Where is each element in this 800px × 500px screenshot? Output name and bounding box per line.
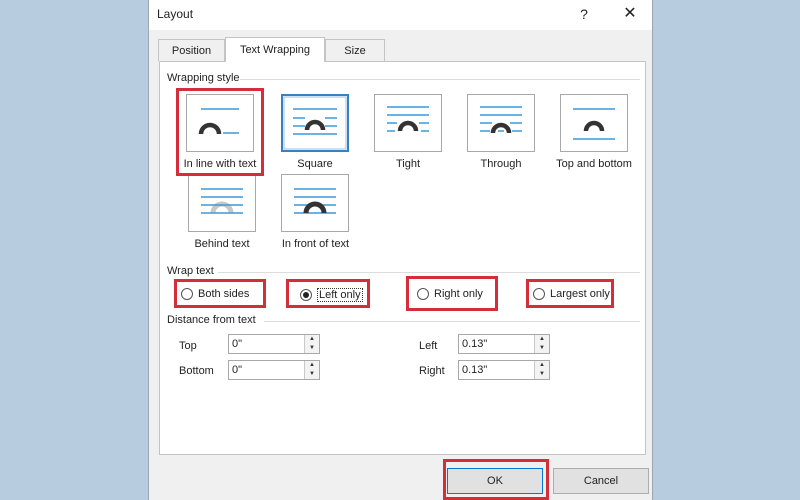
spin-down-icon[interactable]: ▼ (535, 370, 549, 379)
left-distance-input[interactable]: 0.13" (462, 338, 487, 350)
group-divider (218, 272, 640, 273)
radio-largest-only[interactable]: Largest only (533, 288, 610, 300)
tab-text-wrapping[interactable]: Text Wrapping (225, 37, 325, 62)
left-distance-spinner[interactable]: 0.13" ▲ ▼ (458, 334, 550, 354)
wrap-top-bottom-label: Top and bottom (556, 158, 632, 170)
spinner-buttons: ▲ ▼ (534, 335, 549, 353)
wrap-square-label: Square (297, 158, 333, 170)
wrap-through-tile[interactable] (467, 94, 535, 152)
distance-from-text-label: Distance from text (167, 314, 256, 326)
bottom-distance-spinner[interactable]: 0" ▲ ▼ (228, 360, 320, 380)
spinner-buttons: ▲ ▼ (304, 335, 319, 353)
cancel-button[interactable]: Cancel (553, 468, 649, 494)
wrap-inline-tile[interactable] (186, 94, 254, 152)
wrap-behind-tile[interactable] (188, 174, 256, 232)
through-wrap-icon (480, 106, 522, 134)
wrap-top-bottom-tile[interactable] (560, 94, 628, 152)
radio-right-only[interactable]: Right only (417, 288, 483, 300)
wrap-behind-label: Behind text (194, 238, 250, 250)
wrap-tight-tile[interactable] (374, 94, 442, 152)
spinner-buttons: ▲ ▼ (304, 361, 319, 379)
text-wrapping-panel: Wrapping style In line with text Square … (159, 61, 646, 455)
front-text-icon (294, 188, 336, 214)
right-distance-spinner[interactable]: 0.13" ▲ ▼ (458, 360, 550, 380)
bottom-distance-label: Bottom (179, 365, 214, 377)
layout-dialog: Layout ? ✕ Position Text Wrapping Size W… (148, 0, 653, 500)
top-bottom-wrap-icon (573, 108, 615, 140)
close-button[interactable]: ✕ (619, 4, 641, 24)
radio-button-icon (417, 288, 429, 300)
wrap-through-label: Through (480, 158, 522, 170)
right-distance-label: Right (419, 365, 445, 377)
spin-down-icon[interactable]: ▼ (305, 370, 319, 379)
radio-both-sides-label: Both sides (198, 288, 250, 300)
dialog-title: Layout (157, 7, 194, 21)
spinner-buttons: ▲ ▼ (534, 361, 549, 379)
wrap-square-tile[interactable] (281, 94, 349, 152)
radio-right-only-label: Right only (434, 288, 483, 300)
tab-position[interactable]: Position (158, 39, 225, 61)
inline-wrap-icon (198, 108, 239, 135)
left-distance-label: Left (419, 340, 438, 352)
spin-down-icon[interactable]: ▼ (305, 344, 319, 353)
wrap-tight-label: Tight (395, 158, 421, 170)
bottom-distance-input[interactable]: 0" (232, 364, 242, 376)
ok-button[interactable]: OK (447, 468, 543, 494)
title-bar: Layout ? ✕ (149, 0, 652, 30)
radio-both-sides[interactable]: Both sides (181, 288, 249, 300)
radio-selected-icon (300, 289, 312, 301)
tight-wrap-icon (387, 106, 429, 132)
top-distance-label: Top (179, 340, 197, 352)
radio-left-only-label: Left only (317, 288, 363, 302)
radio-button-icon (533, 288, 545, 300)
group-divider (264, 321, 640, 322)
tab-size[interactable]: Size (325, 39, 385, 61)
radio-left-only[interactable]: Left only (300, 288, 363, 302)
radio-largest-only-label: Largest only (550, 288, 610, 300)
radio-button-icon (181, 288, 193, 300)
square-wrap-icon (283, 96, 347, 150)
wrap-front-label: In front of text (281, 238, 350, 250)
group-divider (240, 79, 640, 80)
wrap-text-label: Wrap text (167, 265, 214, 277)
wrapping-style-label: Wrapping style (167, 72, 240, 84)
spin-down-icon[interactable]: ▼ (535, 344, 549, 353)
top-distance-input[interactable]: 0" (232, 338, 242, 350)
wrap-inline-label: In line with text (183, 158, 257, 170)
behind-text-icon (201, 188, 243, 214)
right-distance-input[interactable]: 0.13" (462, 364, 487, 376)
help-button[interactable]: ? (574, 4, 594, 24)
wrap-front-tile[interactable] (281, 174, 349, 232)
top-distance-spinner[interactable]: 0" ▲ ▼ (228, 334, 320, 354)
